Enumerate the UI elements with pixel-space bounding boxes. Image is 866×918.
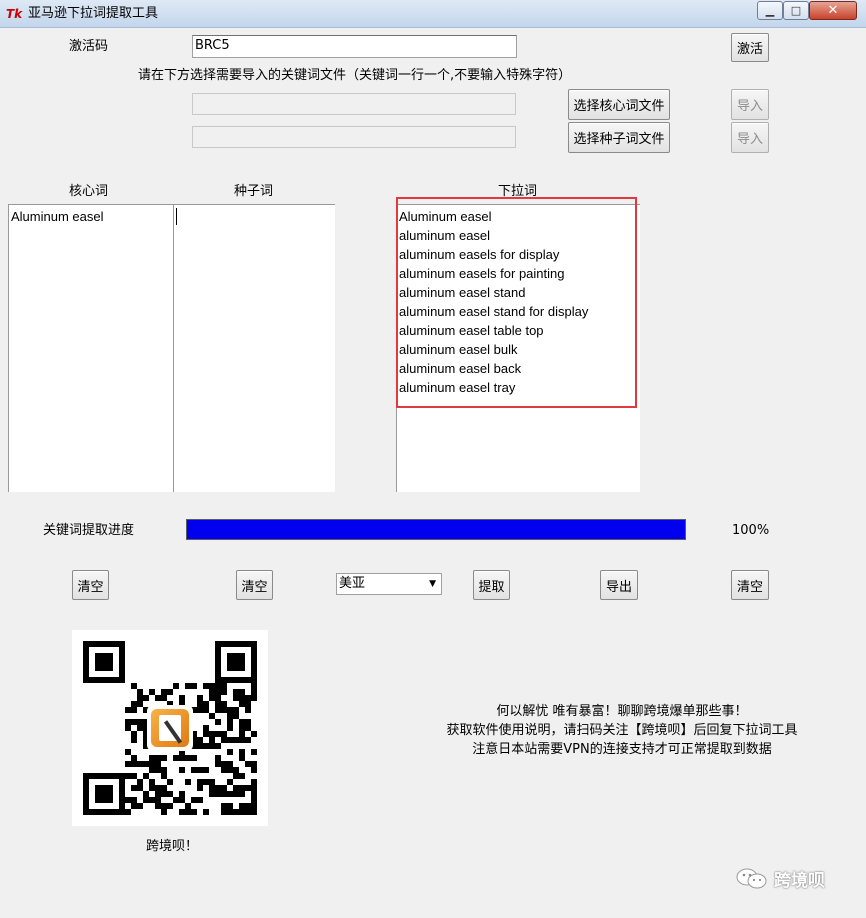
import-instruction: 请在下方选择需要导入的关键词文件（关键词一行一个,不要输入特殊字符） [138,68,572,83]
clear-core-button[interactable]: 清空 [72,570,109,600]
core-words-list[interactable]: Aluminum easel [8,204,173,492]
seed-words-header: 种子词 [234,184,274,199]
qr-logo-icon [147,705,193,751]
dropdown-words-list[interactable]: Aluminum easel aluminum easel aluminum eas… [396,204,640,492]
close-icon: ✕ [827,3,839,18]
import-core-button[interactable]: 导入 [731,89,769,120]
seed-file-path-input[interactable] [192,126,516,148]
progress-bar [186,519,686,540]
list-item[interactable]: aluminum easel back [399,359,640,378]
list-item[interactable]: aluminum easels for display [399,245,640,264]
list-item[interactable]: Aluminum easel [399,207,640,226]
close-button[interactable]: ✕ [809,1,857,20]
progress-percent: 100% [732,523,770,538]
select-core-file-button[interactable]: 选择核心词文件 [568,89,670,120]
core-words-header: 核心词 [69,184,109,199]
list-item[interactable]: aluminum easel [399,226,640,245]
minimize-button[interactable]: ▁ [757,1,783,20]
activation-code-label: 激活码 [69,39,109,54]
activation-code-input[interactable]: BRC5 [192,35,517,58]
list-item[interactable]: aluminum easels for painting [399,264,640,283]
marketplace-select[interactable]: 美亚 ▼ [336,573,442,595]
activate-button[interactable]: 激活 [731,33,769,62]
app-icon: Tk [6,7,23,21]
marketplace-select-value: 美亚 [339,576,366,591]
progress-bar-fill [187,520,685,539]
list-item[interactable]: aluminum easel stand [399,283,640,302]
maximize-icon: □ [790,4,802,17]
core-file-path-input[interactable] [192,93,516,115]
list-item[interactable]: aluminum easel stand for display [399,302,640,321]
export-button[interactable]: 导出 [600,570,638,600]
text-cursor [176,208,177,225]
maximize-button[interactable]: □ [783,1,809,20]
promo-line-3: 注意日本站需要VPN的连接支持才可正常提取到数据 [472,742,772,757]
clear-seed-button[interactable]: 清空 [236,570,273,600]
seed-words-list[interactable] [173,204,335,492]
list-item[interactable]: aluminum easel tray [399,378,640,397]
watermark: 跨境呗 [736,866,825,891]
clear-dropdown-button[interactable]: 清空 [731,570,769,600]
window-title: 亚马逊下拉词提取工具 [28,6,159,21]
chevron-down-icon: ▼ [429,579,436,589]
promo-line-1: 何以解忧 唯有暴富！聊聊跨境爆单那些事！ [496,704,748,719]
watermark-text: 跨境呗 [774,871,825,891]
minimize-icon: ▁ [765,4,775,17]
list-item[interactable]: aluminum easel table top [399,321,640,340]
extract-button[interactable]: 提取 [473,570,510,600]
title-bar[interactable]: Tk 亚马逊下拉词提取工具 ▁ □ ✕ [0,0,866,28]
wechat-icon [736,868,767,888]
list-item[interactable]: aluminum easel bulk [399,340,640,359]
progress-label: 关键词提取进度 [43,523,135,538]
list-item[interactable]: Aluminum easel [11,207,173,226]
select-seed-file-button[interactable]: 选择种子词文件 [568,122,670,153]
dropdown-words-header: 下拉词 [498,184,538,199]
import-seed-button[interactable]: 导入 [731,122,769,153]
promo-line-2: 获取软件使用说明，请扫码关注【跨境呗】后回复下拉词工具 [446,723,798,738]
qr-caption: 跨境呗！ [146,839,199,854]
